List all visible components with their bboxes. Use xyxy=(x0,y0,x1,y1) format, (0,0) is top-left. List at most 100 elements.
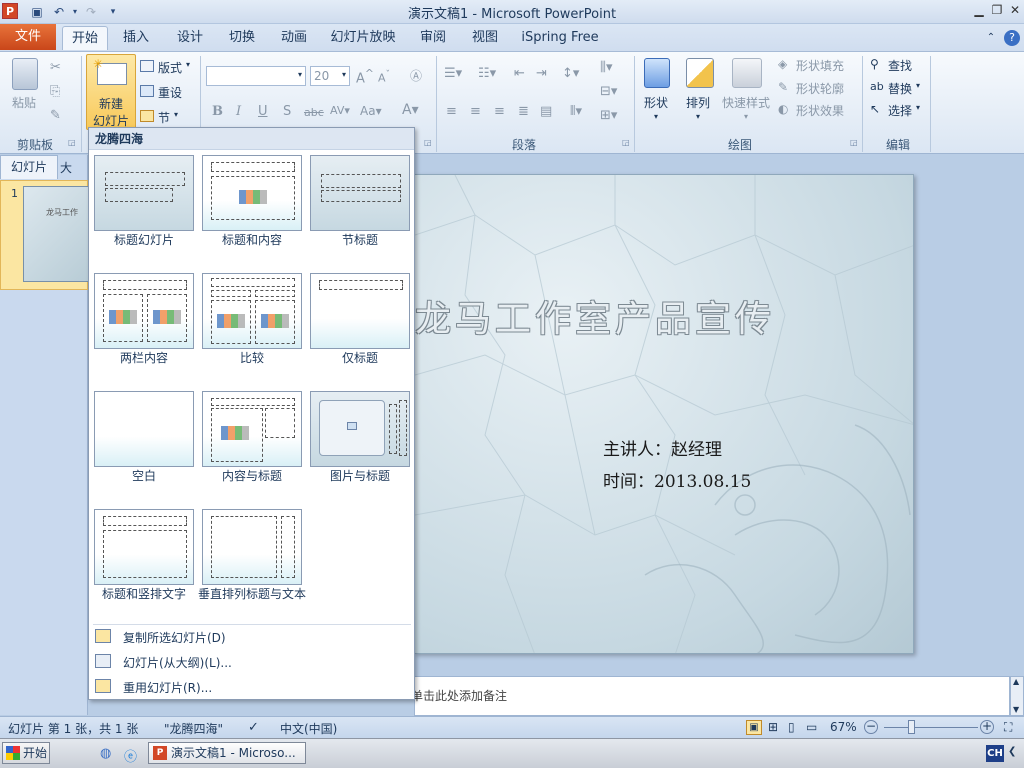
slide-time-text[interactable]: 时间：2013.08.15 xyxy=(603,467,751,492)
grow-font-icon[interactable]: A^ xyxy=(356,67,374,86)
minimize-ribbon-icon[interactable]: ⌃ xyxy=(984,26,998,50)
notes-scrollbar[interactable]: ▲ ▼ xyxy=(1010,676,1024,716)
duplicate-selected-slides-item[interactable]: 复制所选幻灯片(D) xyxy=(93,625,411,649)
layout-section-header[interactable]: 节标题 xyxy=(310,155,410,261)
tab-review[interactable]: 审阅 xyxy=(414,26,452,50)
replace-button[interactable]: 替换 xyxy=(888,80,912,97)
section-button[interactable]: 节 xyxy=(158,109,170,126)
font-name-combo[interactable]: ▾ xyxy=(206,66,306,86)
shape-effects-button[interactable]: 形状效果 xyxy=(796,102,844,119)
scroll-up-icon[interactable]: ▲ xyxy=(1013,677,1019,686)
smartart-icon[interactable]: ⊞▾ xyxy=(600,108,617,123)
tab-view[interactable]: 视图 xyxy=(466,26,504,50)
tab-slideshow[interactable]: 幻灯片放映 xyxy=(326,26,400,50)
save-icon[interactable]: ▣ xyxy=(28,3,46,21)
tab-outline-panel[interactable]: 大 xyxy=(60,159,72,176)
arrange-dropdown-icon[interactable]: ▾ xyxy=(696,112,700,121)
input-method-indicator[interactable]: CH xyxy=(986,745,1004,762)
bold-icon[interactable]: B xyxy=(212,104,223,119)
tab-transitions[interactable]: 切换 xyxy=(222,26,262,50)
arrange-icon[interactable] xyxy=(686,58,714,88)
clear-formatting-icon[interactable]: Ⓐ xyxy=(410,67,422,84)
font-color-icon[interactable]: A▾ xyxy=(402,102,419,118)
slide-thumbnail[interactable]: 龙马工作 xyxy=(23,186,89,282)
browser-icon[interactable]: ⓔ xyxy=(124,746,137,765)
help-icon[interactable]: ? xyxy=(1004,30,1020,46)
layout-title-only[interactable]: 仅标题 xyxy=(310,273,410,379)
shape-effects-icon[interactable]: ◐ xyxy=(778,102,788,116)
format-painter-icon[interactable]: ✎ xyxy=(50,108,61,123)
zoom-level[interactable]: 67% xyxy=(830,720,857,734)
quick-launch-icon[interactable]: ◍ xyxy=(100,746,111,761)
new-slide-button[interactable]: ✳ 新建 幻灯片 xyxy=(86,54,136,130)
italic-icon[interactable]: I xyxy=(236,104,241,119)
reading-view-icon[interactable]: ▯ xyxy=(788,720,795,734)
taskbar-powerpoint-window[interactable]: P 演示文稿1 - Microso... xyxy=(148,742,306,764)
notes-pane[interactable]: 单击此处添加备注 xyxy=(411,676,1010,716)
layout-vertical-title-and-text[interactable]: 垂直排列标题与文本 xyxy=(198,509,306,615)
tab-insert[interactable]: 插入 xyxy=(116,26,156,50)
layout-content-with-caption[interactable]: 内容与标题 xyxy=(202,391,302,497)
align-right-icon[interactable]: ≡ xyxy=(494,104,505,119)
select-icon[interactable]: ↖ xyxy=(870,102,880,116)
shapes-icon[interactable] xyxy=(644,58,670,88)
clipboard-launcher-icon[interactable]: ◲ xyxy=(68,138,76,147)
minimize-icon[interactable]: ▁ xyxy=(970,2,988,20)
copy-icon[interactable]: ⎘ xyxy=(50,84,60,99)
layout-title-and-content[interactable]: 标题和内容 xyxy=(202,155,302,261)
align-text-icon[interactable]: ⊟▾ xyxy=(600,84,617,99)
shapes-dropdown-icon[interactable]: ▾ xyxy=(654,112,658,121)
start-button[interactable]: 开始 xyxy=(2,742,50,764)
layout-blank[interactable]: 空白 xyxy=(94,391,194,497)
quick-styles-dropdown-icon[interactable]: ▾ xyxy=(744,112,748,121)
text-shadow-icon[interactable]: S xyxy=(283,104,291,119)
paste-icon[interactable] xyxy=(12,58,38,90)
layout-two-content[interactable]: 两栏内容 xyxy=(94,273,194,379)
zoom-in-icon[interactable]: + xyxy=(980,720,994,734)
slide-canvas[interactable]: 龙马工作室产品宣传 主讲人：赵经理 时间：2013.08.15 xyxy=(414,174,914,654)
zoom-slider-thumb[interactable] xyxy=(908,720,915,734)
zoom-out-icon[interactable]: − xyxy=(864,720,878,734)
columns-icon[interactable]: ⫴▾ xyxy=(570,104,582,119)
numbering-icon[interactable]: ☷▾ xyxy=(478,66,496,81)
close-icon[interactable]: ✕ xyxy=(1006,2,1024,20)
layout-title-and-vertical-text[interactable]: 标题和竖排文字 xyxy=(94,509,194,615)
layout-dropdown-icon[interactable]: ▾ xyxy=(186,60,190,69)
shrink-font-icon[interactable]: Aˇ xyxy=(378,69,390,85)
font-size-combo[interactable]: 20 ▾ xyxy=(310,66,350,86)
zoom-slider-track[interactable] xyxy=(884,727,978,728)
text-direction-icon[interactable]: ⫼▾ xyxy=(600,60,613,75)
slideshow-view-icon[interactable]: ▭ xyxy=(806,720,817,734)
select-dropdown-icon[interactable]: ▾ xyxy=(916,103,920,112)
scroll-down-icon[interactable]: ▼ xyxy=(1013,705,1019,714)
increase-indent-icon[interactable]: ⇥ xyxy=(536,66,547,81)
align-center-icon[interactable]: ≡ xyxy=(470,104,481,119)
find-button[interactable]: 查找 xyxy=(888,57,912,74)
line-spacing-icon[interactable]: ↕▾ xyxy=(562,66,579,81)
layout-title-slide[interactable]: 标题幻灯片 xyxy=(94,155,194,261)
select-button[interactable]: 选择 xyxy=(888,102,912,119)
normal-view-icon[interactable]: ▣ xyxy=(746,720,762,735)
drawing-launcher-icon[interactable]: ◲ xyxy=(850,138,858,147)
reset-button[interactable]: 重设 xyxy=(158,84,182,101)
arrange-button[interactable]: 排列 xyxy=(686,94,710,111)
slide-title[interactable]: 龙马工作室产品宣传 xyxy=(415,290,913,342)
tab-home[interactable]: 开始 xyxy=(62,26,108,50)
shape-outline-icon[interactable]: ✎ xyxy=(778,80,788,94)
shapes-button[interactable]: 形状 xyxy=(644,94,668,111)
tab-design[interactable]: 设计 xyxy=(170,26,210,50)
layout-comparison[interactable]: 比较 xyxy=(202,273,302,379)
tab-animations[interactable]: 动画 xyxy=(274,26,314,50)
paste-button[interactable]: 粘贴 xyxy=(12,94,36,111)
section-dropdown-icon[interactable]: ▾ xyxy=(174,110,178,119)
replace-dropdown-icon[interactable]: ▾ xyxy=(916,81,920,90)
theme-status[interactable]: "龙腾四海" xyxy=(164,720,223,737)
layout-button[interactable]: 版式 xyxy=(158,59,182,76)
reuse-slides-item[interactable]: 重用幻灯片(R)... xyxy=(93,675,411,699)
decrease-indent-icon[interactable]: ⇤ xyxy=(514,66,525,81)
slides-from-outline-item[interactable]: 幻灯片(从大纲)(L)... xyxy=(93,650,411,674)
tab-slides-panel[interactable]: 幻灯片 xyxy=(0,155,58,179)
powerpoint-app-icon[interactable]: P xyxy=(2,3,18,19)
restore-icon[interactable]: ❐ xyxy=(988,2,1006,20)
shape-outline-button[interactable]: 形状轮廓 xyxy=(796,80,844,97)
